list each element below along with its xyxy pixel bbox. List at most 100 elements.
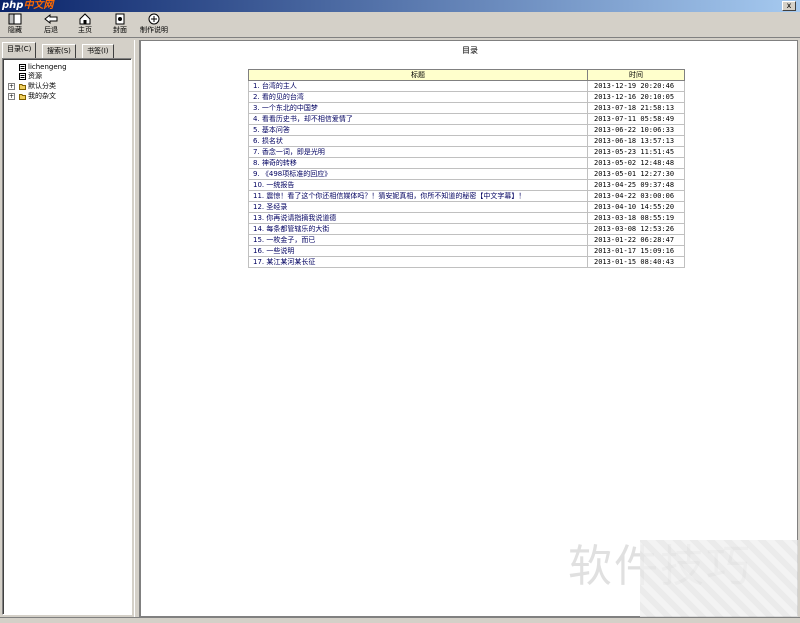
table-row: 2. 看的见的台湾 2013-12-16 20:10:05	[248, 91, 685, 103]
contents-tree: lichengeng 资源 + 默认分类 + 我的杂文	[2, 58, 132, 615]
home-label: 主页	[78, 26, 92, 34]
article-time: 2013-06-18 13:57:13	[587, 135, 685, 147]
hide-button[interactable]: 隐藏	[4, 13, 26, 37]
expand-toggle[interactable]: +	[8, 83, 15, 90]
article-title-link[interactable]: 13. 你再说请指摘我说道德	[248, 212, 588, 224]
info-button[interactable]: 制作说明	[138, 13, 170, 37]
logo-cn-text: 中文网	[23, 0, 54, 11]
toc-body: 1. 台湾的主人 2013-12-19 20:20:46 2. 看的见的台湾 2013…	[248, 80, 685, 268]
article-time: 2013-01-15 08:40:43	[587, 256, 685, 268]
article-time: 2013-03-18 08:55:19	[587, 212, 685, 224]
article-time: 2013-04-10 14:55:20	[587, 201, 685, 213]
article-title-link[interactable]: 10. 一统报告	[248, 179, 588, 191]
expand-toggle[interactable]: +	[8, 93, 15, 100]
table-row: 11. 震惊！看了这个你还相信媒体吗？！猜安妮真相，你所不知道的秘密【中文字幕】…	[248, 190, 685, 202]
column-header-title: 标题	[248, 69, 588, 81]
title-bar: php中文网 x	[0, 0, 800, 12]
article-title-link[interactable]: 9. 《498项标准的回应》	[248, 168, 588, 180]
table-row: 3. 一个东北的中国梦 2013-07-18 21:58:13	[248, 102, 685, 114]
back-label: 后退	[44, 26, 58, 34]
article-time: 2013-12-16 20:10:05	[587, 91, 685, 103]
table-row: 5. 基本问答 2013-06-22 10:06:33	[248, 124, 685, 136]
tab-contents[interactable]: 目录(C)	[2, 42, 37, 58]
table-row: 10. 一统报告 2013-04-25 09:37:48	[248, 179, 685, 191]
status-bar	[0, 617, 800, 623]
article-title-link[interactable]: 17. 某江某河某长征	[248, 256, 588, 268]
table-row: 17. 某江某河某长征 2013-01-15 08:40:43	[248, 256, 685, 268]
article-title-link[interactable]: 12. 圣经录	[248, 201, 588, 213]
article-title-link[interactable]: 5. 基本问答	[248, 124, 588, 136]
tree-item-my-essays[interactable]: 我的杂文	[19, 92, 56, 101]
table-row: 16. 一些说明 2013-01-17 15:09:16	[248, 245, 685, 257]
tab-bookmarks[interactable]: 书签(I)	[82, 44, 114, 58]
page-title: 目录	[462, 46, 478, 55]
site-logo: php中文网	[2, 0, 53, 12]
back-button[interactable]: 后退	[40, 13, 62, 37]
table-row: 8. 神奇的转移 2013-05-02 12:48:48	[248, 157, 685, 169]
table-row: 14. 每条都管辖乐的大街 2013-03-08 12:53:26	[248, 223, 685, 235]
article-time: 2013-12-19 20:20:46	[587, 80, 685, 92]
toolbar: 隐藏 后退 主页 封面 制作说明	[0, 12, 800, 38]
toc-table: 标题 时间 1. 台湾的主人 2013-12-19 20:20:46 2. 看的见的…	[248, 69, 685, 268]
article-title-link[interactable]: 1. 台湾的主人	[248, 80, 588, 92]
article-time: 2013-01-22 06:28:47	[587, 234, 685, 246]
article-time: 2013-03-08 12:53:26	[587, 223, 685, 235]
article-time: 2013-01-17 15:09:16	[587, 245, 685, 257]
table-row: 12. 圣经录 2013-04-10 14:55:20	[248, 201, 685, 213]
hide-label: 隐藏	[8, 26, 22, 34]
tree-item-label: 资源	[28, 72, 42, 80]
table-row: 1. 台湾的主人 2013-12-19 20:20:46	[248, 80, 685, 92]
hide-icon	[8, 13, 22, 25]
article-title-link[interactable]: 8. 神奇的转移	[248, 157, 588, 169]
table-row: 13. 你再说请指摘我说道德 2013-03-18 08:55:19	[248, 212, 685, 224]
tree-item-label: lichengeng	[28, 63, 67, 71]
info-icon	[148, 13, 160, 25]
cover-button[interactable]: 封面	[108, 13, 132, 37]
home-icon	[79, 13, 91, 25]
table-row: 4. 看看历史书，却不相信爱情了 2013-07-11 05:58:49	[248, 113, 685, 125]
table-row: 7. 香念一词，即是光明 2013-05-23 11:51:45	[248, 146, 685, 158]
cover-label: 封面	[113, 26, 127, 34]
article-title-link[interactable]: 11. 震惊！看了这个你还相信媒体吗？！猜安妮真相，你所不知道的秘密【中文字幕】…	[248, 190, 588, 202]
navigation-panel: 目录(C) 搜索(S) 书签(I) lichengeng 资源 + 默认分类 +…	[0, 40, 134, 617]
folder-icon	[19, 83, 26, 90]
close-button[interactable]: x	[782, 1, 796, 11]
article-title-link[interactable]: 7. 香念一词，即是光明	[248, 146, 588, 158]
logo-php-text: php	[2, 0, 24, 11]
column-header-time: 时间	[587, 69, 685, 81]
article-title-link[interactable]: 15. 一枚金子，而已	[248, 234, 588, 246]
folder-icon	[19, 93, 26, 100]
article-time: 2013-04-25 09:37:48	[587, 179, 685, 191]
article-title-link[interactable]: 6. 损名状	[248, 135, 588, 147]
nav-tabs: 目录(C) 搜索(S) 书签(I)	[2, 42, 132, 58]
article-time: 2013-05-01 12:27:30	[587, 168, 685, 180]
cover-icon	[115, 13, 125, 25]
back-icon	[44, 13, 58, 25]
article-time: 2013-04-22 03:00:06	[587, 190, 685, 202]
tree-item-label: 默认分类	[28, 82, 56, 90]
home-button[interactable]: 主页	[74, 13, 96, 37]
article-title-link[interactable]: 3. 一个东北的中国梦	[248, 102, 588, 114]
tree-item-lichengeng[interactable]: lichengeng	[19, 63, 67, 72]
blurred-region	[640, 540, 798, 618]
tree-item-label: 我的杂文	[28, 92, 56, 100]
article-time: 2013-05-23 11:51:45	[587, 146, 685, 158]
table-row: 9. 《498项标准的回应》 2013-05-01 12:27:30	[248, 168, 685, 180]
table-row: 15. 一枚金子，而已 2013-01-22 06:28:47	[248, 234, 685, 246]
page-icon	[19, 72, 26, 80]
article-time: 2013-07-18 21:58:13	[587, 102, 685, 114]
article-title-link[interactable]: 2. 看的见的台湾	[248, 91, 588, 103]
tab-search[interactable]: 搜索(S)	[42, 44, 76, 58]
article-title-link[interactable]: 4. 看看历史书，却不相信爱情了	[248, 113, 588, 125]
article-title-link[interactable]: 16. 一些说明	[248, 245, 588, 257]
article-time: 2013-07-11 05:58:49	[587, 113, 685, 125]
article-title-link[interactable]: 14. 每条都管辖乐的大街	[248, 223, 588, 235]
table-header-row: 标题 时间	[248, 69, 685, 81]
page-icon	[19, 63, 26, 71]
article-time: 2013-05-02 12:48:48	[587, 157, 685, 169]
tree-item-resources[interactable]: 资源	[19, 72, 42, 81]
article-time: 2013-06-22 10:06:33	[587, 124, 685, 136]
tree-item-default-category[interactable]: 默认分类	[19, 82, 56, 91]
table-row: 6. 损名状 2013-06-18 13:57:13	[248, 135, 685, 147]
info-label: 制作说明	[140, 26, 168, 34]
